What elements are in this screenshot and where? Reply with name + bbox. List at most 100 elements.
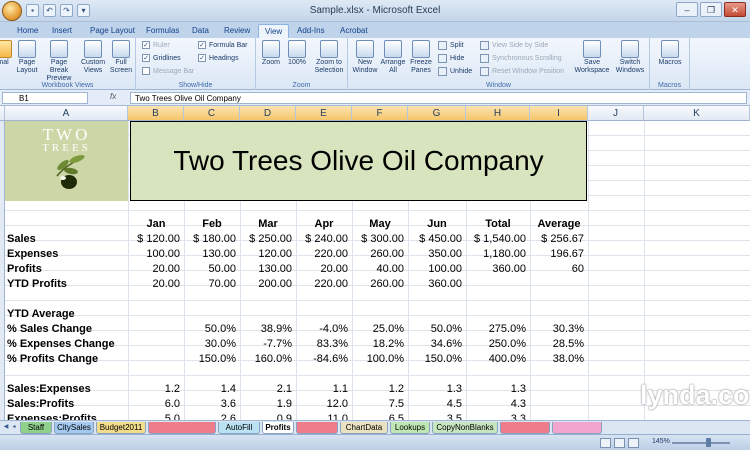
data-cell[interactable]: 1.3 [408, 382, 466, 397]
data-cell[interactable]: $ 180.00 [184, 232, 240, 247]
data-cell[interactable]: -4.0% [296, 322, 352, 337]
data-cell[interactable] [352, 292, 408, 307]
data-cell[interactable]: 1.1 [296, 382, 352, 397]
data-cell[interactable]: 2.1 [240, 382, 296, 397]
data-cell[interactable] [296, 292, 352, 307]
data-cell[interactable] [352, 367, 408, 382]
data-cell[interactable]: 130.00 [184, 247, 240, 262]
data-cell[interactable] [530, 292, 588, 307]
message-bar-checkbox[interactable]: Message Bar [142, 67, 194, 75]
month-header[interactable]: May [352, 217, 408, 232]
data-cell[interactable]: 12.0 [296, 397, 352, 412]
reset-window-position-button[interactable]: Reset Window Position [480, 67, 564, 76]
data-cell[interactable] [466, 277, 530, 292]
sheet-tab[interactable]: AutoFill [218, 422, 260, 434]
data-cell[interactable] [530, 307, 588, 322]
data-cell[interactable]: 220.00 [296, 277, 352, 292]
row-label[interactable]: Profits [7, 262, 42, 277]
close-button[interactable]: ✕ [724, 2, 746, 17]
data-cell[interactable]: 275.0% [466, 322, 530, 337]
page-layout-status-icon[interactable] [614, 438, 625, 448]
tab-add-ins[interactable]: Add-Ins [297, 24, 325, 38]
data-cell[interactable]: -7.7% [240, 337, 296, 352]
data-cell[interactable] [128, 292, 184, 307]
data-cell[interactable] [128, 307, 184, 322]
row-label[interactable]: % Profits Change [7, 352, 98, 367]
data-cell[interactable]: 50.00 [184, 262, 240, 277]
split-button[interactable]: Split [438, 41, 464, 50]
data-cell[interactable] [128, 367, 184, 382]
save-workspace-button[interactable]: Save Workspace [574, 40, 610, 75]
minimize-button[interactable]: – [676, 2, 698, 17]
data-cell[interactable]: 20.00 [128, 277, 184, 292]
tab-insert[interactable]: Insert [52, 24, 72, 38]
data-cell[interactable]: $ 1,540.00 [466, 232, 530, 247]
tab-formulas[interactable]: Formulas [146, 24, 179, 38]
data-cell[interactable]: 20.00 [128, 262, 184, 277]
month-header[interactable]: Apr [296, 217, 352, 232]
data-cell[interactable] [466, 292, 530, 307]
page-break-preview-button[interactable]: Page Break Preview [42, 40, 76, 83]
data-cell[interactable]: 1.2 [128, 382, 184, 397]
full-screen-button[interactable]: Full Screen [106, 40, 136, 75]
row-label[interactable]: % Expenses Change [7, 337, 115, 352]
data-cell[interactable]: 120.00 [240, 247, 296, 262]
zoom-to-selection-button[interactable]: Zoom to Selection [310, 40, 348, 75]
row-label[interactable]: Sales:Profits [7, 397, 74, 412]
name-box[interactable]: B1 [2, 92, 88, 104]
column-header-b[interactable]: B [128, 106, 184, 121]
data-cell[interactable]: 11.0 [296, 412, 352, 420]
data-cell[interactable]: 70.00 [184, 277, 240, 292]
sheet-tab[interactable] [500, 422, 550, 434]
month-header[interactable]: Mar [240, 217, 296, 232]
tab-view[interactable]: View [258, 24, 290, 38]
data-cell[interactable]: 1.4 [184, 382, 240, 397]
headings-checkbox[interactable]: ✓ Headings [198, 54, 239, 62]
data-cell[interactable]: 7.5 [352, 397, 408, 412]
data-cell[interactable]: -84.6% [296, 352, 352, 367]
macros-button[interactable]: Macros [655, 40, 685, 67]
data-cell[interactable]: 220.00 [296, 247, 352, 262]
restore-button[interactable]: ❐ [700, 2, 722, 17]
sheet-tab[interactable]: ChartData [340, 422, 388, 434]
tab-home[interactable]: Home [17, 24, 38, 38]
column-header-h[interactable]: H [466, 106, 530, 121]
page-layout-view-button[interactable]: Page Layout [12, 40, 42, 75]
data-cell[interactable]: 260.00 [352, 277, 408, 292]
view-side-by-side-button[interactable]: View Side by Side [480, 41, 548, 50]
data-cell[interactable]: 25.0% [352, 322, 408, 337]
data-cell[interactable] [466, 307, 530, 322]
sheet-tab[interactable]: CitySales [54, 422, 94, 434]
data-cell[interactable] [408, 292, 466, 307]
row-label[interactable]: Sales:Expenses [7, 382, 91, 397]
data-cell[interactable]: 30.0% [184, 337, 240, 352]
data-cell[interactable]: $ 240.00 [296, 232, 352, 247]
switch-windows-button[interactable]: Switch Windows [612, 40, 648, 75]
column-header-i[interactable]: I [530, 106, 588, 121]
column-header-d[interactable]: D [240, 106, 296, 121]
sheet-tab[interactable]: Budget2011 [96, 422, 146, 434]
normal-view-status-icon[interactable] [600, 438, 611, 448]
data-cell[interactable]: 160.0% [240, 352, 296, 367]
data-cell[interactable] [530, 382, 588, 397]
data-cell[interactable] [240, 367, 296, 382]
zoom-level[interactable]: 145% [652, 438, 670, 445]
sheet-tab[interactable] [552, 422, 602, 434]
data-cell[interactable]: 3.5 [408, 412, 466, 420]
data-cell[interactable]: 5.0 [128, 412, 184, 420]
data-cell[interactable] [530, 367, 588, 382]
data-cell[interactable]: 200.00 [240, 277, 296, 292]
data-cell[interactable]: 38.9% [240, 322, 296, 337]
data-cell[interactable]: $ 256.67 [530, 232, 588, 247]
month-header[interactable]: Total [466, 217, 530, 232]
custom-views-button[interactable]: Custom Views [78, 40, 108, 75]
data-cell[interactable]: 20.00 [296, 262, 352, 277]
data-cell[interactable]: 260.00 [352, 247, 408, 262]
data-cell[interactable] [296, 307, 352, 322]
row-label[interactable]: % Sales Change [7, 322, 92, 337]
data-cell[interactable] [296, 367, 352, 382]
data-cell[interactable]: 60 [530, 262, 588, 277]
data-cell[interactable] [240, 292, 296, 307]
month-header[interactable]: Jan [128, 217, 184, 232]
zoom-100-button[interactable]: 100% [284, 40, 310, 67]
